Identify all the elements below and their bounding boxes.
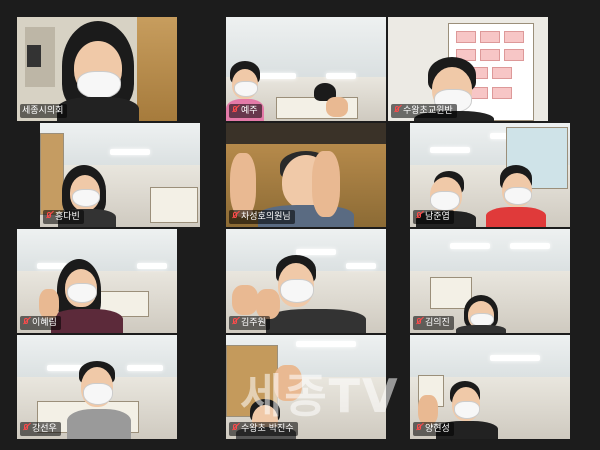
- participant-tile[interactable]: 김주원: [226, 229, 386, 333]
- video-grid: 세종시의회 예주 수왕초교윈반 홍다빈 차성호의원님 남준엽 이혜림 김주원 김…: [0, 0, 600, 450]
- participant-tile[interactable]: 이혜림: [17, 229, 177, 333]
- participant-name: 김주원: [241, 318, 266, 328]
- participant-name: 수왕초 박진수: [241, 424, 294, 434]
- participant-name-label: 예주: [229, 104, 262, 118]
- participant-tile[interactable]: 차성호의원님: [226, 123, 386, 227]
- participant-tile[interactable]: 김의진: [410, 229, 570, 333]
- participant-name: 세종시의회: [22, 106, 64, 116]
- mic-muted-icon: [415, 212, 423, 222]
- mic-muted-icon: [231, 424, 239, 434]
- participant-name: 홍다빈: [55, 212, 80, 222]
- participant-name: 김의진: [425, 318, 450, 328]
- participant-name: 양현성: [425, 424, 450, 434]
- mic-muted-icon: [45, 212, 53, 222]
- participant-name: 이혜림: [32, 318, 57, 328]
- participant-tile[interactable]: 세종시의회: [17, 17, 177, 121]
- mic-muted-icon: [22, 318, 30, 328]
- participant-name-label: 차성호의원님: [229, 210, 295, 224]
- participant-name-label: 남준엽: [413, 210, 454, 224]
- participant-tile[interactable]: 양현성: [410, 335, 570, 439]
- participant-name: 남준엽: [425, 212, 450, 222]
- participant-name-label: 김주원: [229, 316, 270, 330]
- participant-name-label: 수왕초교윈반: [391, 104, 457, 118]
- mic-muted-icon: [231, 106, 239, 116]
- participant-name-label: 이혜림: [20, 316, 61, 330]
- mic-muted-icon: [231, 212, 239, 222]
- mic-muted-icon: [22, 424, 30, 434]
- mic-muted-icon: [415, 318, 423, 328]
- mic-muted-icon: [231, 318, 239, 328]
- mic-muted-icon: [415, 424, 423, 434]
- participant-name: 예주: [241, 106, 258, 116]
- participant-name: 차성호의원님: [241, 212, 291, 222]
- participant-tile[interactable]: 수왕초교윈반: [388, 17, 548, 121]
- participant-name-label: 홍다빈: [43, 210, 84, 224]
- participant-name-label: 김의진: [413, 316, 454, 330]
- participant-tile[interactable]: 수왕초 박진수: [226, 335, 386, 439]
- participant-tile[interactable]: 남준엽: [410, 123, 570, 227]
- participant-tile[interactable]: 홍다빈: [40, 123, 200, 227]
- mic-muted-icon: [393, 106, 401, 116]
- participant-name: 수왕초교윈반: [403, 106, 453, 116]
- participant-name-label: 강선우: [20, 422, 61, 436]
- participant-tile[interactable]: 예주: [226, 17, 386, 121]
- participant-name-label: 양현성: [413, 422, 454, 436]
- participant-name-label: 세종시의회: [20, 104, 68, 118]
- participant-name-label: 수왕초 박진수: [229, 422, 298, 436]
- participant-name: 강선우: [32, 424, 57, 434]
- participant-tile[interactable]: 강선우: [17, 335, 177, 439]
